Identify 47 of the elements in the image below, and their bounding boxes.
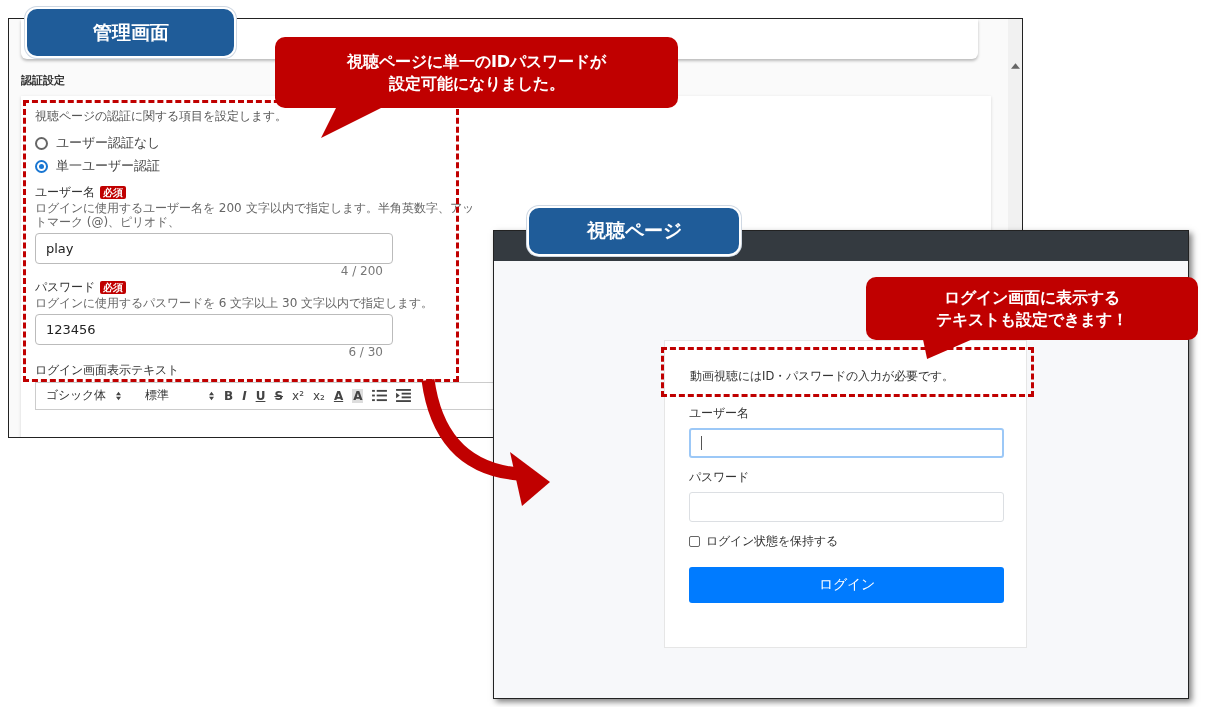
format-button[interactable]: B	[224, 388, 234, 403]
screen-label: 管理画面	[25, 7, 236, 58]
input-field[interactable]: play	[35, 232, 393, 264]
size-select[interactable]: 標準	[145, 388, 199, 404]
char-counter: 4 / 200	[339, 263, 383, 279]
input-field[interactable]	[689, 492, 1004, 522]
radio-option[interactable]: 単一ユーザー認証	[35, 158, 977, 175]
callout-text: 設定可能になりました。	[388, 72, 565, 95]
help-text: ログインに使用するユーザー名を 200 文字以内で指定します。半角英数字、アットマーク (@)、ピリオド、	[35, 201, 475, 230]
radio-button[interactable]	[35, 137, 48, 150]
select-caret-icon	[115, 390, 122, 401]
login-button[interactable]: ログイン	[689, 567, 1004, 603]
remember-checkbox[interactable]: ログイン状態を保持する	[689, 534, 1002, 549]
field-label: ユーザー名	[35, 185, 95, 200]
format-button[interactable]: S	[274, 388, 284, 403]
format-button[interactable]: I	[242, 388, 247, 403]
callout-text: テキストも設定できます！	[936, 308, 1128, 331]
radio-option[interactable]: ユーザー認証なし	[35, 135, 977, 152]
help-text: ログインに使用するパスワードを 6 文字以上 30 文字以内で指定します。	[35, 296, 434, 311]
format-button[interactable]: U	[255, 388, 266, 403]
callout-text: ログイン画面に表示する	[944, 286, 1120, 309]
format-button[interactable]: A	[352, 388, 364, 403]
char-counter: 6 / 30	[347, 344, 383, 359]
section-title: 認証設定	[21, 73, 65, 88]
select-caret-icon	[208, 390, 215, 401]
field-label: ログイン画面表示テキスト	[35, 362, 179, 378]
format-button[interactable]: x²	[292, 388, 304, 403]
callout-text: 視聴ページに単一のIDパスワードが	[346, 50, 607, 73]
text-cursor	[701, 436, 702, 450]
description: 視聴ページの認証に関する項目を設定します。	[35, 108, 287, 125]
format-button[interactable]: A	[333, 388, 344, 403]
required-badge: 必須	[100, 186, 126, 199]
format-button[interactable]: x₂	[312, 388, 325, 403]
input-field[interactable]	[689, 428, 1004, 458]
indent-icon[interactable]	[396, 389, 412, 403]
checkbox[interactable]	[689, 536, 700, 547]
scroll-up-icon[interactable]	[1010, 63, 1020, 69]
required-badge: 必須	[100, 281, 126, 295]
screen-label: 視聴ページ	[527, 206, 741, 256]
input-field[interactable]: 123456	[35, 313, 393, 345]
field-label: ユーザー名	[689, 406, 750, 421]
list-icon[interactable]	[372, 389, 388, 403]
font-select[interactable]: ゴシック体	[46, 388, 106, 404]
login-message: 動画視聴にはID・パスワードの入力が必要です。	[690, 369, 956, 384]
field-label: パスワード	[689, 470, 750, 485]
radio-button[interactable]	[35, 160, 48, 173]
field-label: パスワード	[35, 280, 95, 296]
